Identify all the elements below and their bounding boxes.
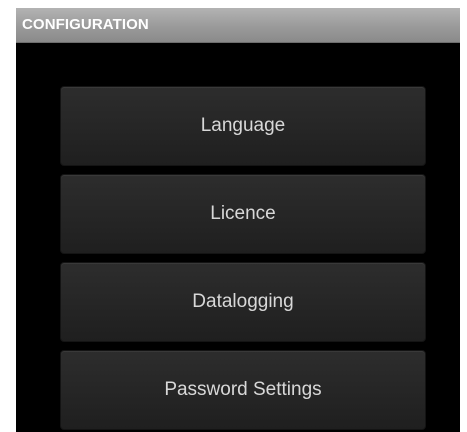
language-button-label: Language — [200, 115, 286, 136]
page-title: CONFIGURATION — [22, 16, 149, 33]
datalogging-button-label: Datalogging — [192, 291, 294, 312]
licence-button-label: Licence — [210, 203, 276, 224]
password-settings-button-label: Password Settings — [164, 379, 322, 400]
config-menu: Language Licence Datalogging Password Se… — [60, 86, 426, 430]
config-screen: CONFIGURATION Language Licence Dataloggi… — [16, 8, 460, 432]
password-settings-button[interactable]: Password Settings — [60, 350, 426, 430]
language-button[interactable]: Language — [60, 86, 426, 166]
datalogging-button[interactable]: Datalogging — [60, 262, 426, 342]
title-bar: CONFIGURATION — [16, 8, 460, 43]
licence-button[interactable]: Licence — [60, 174, 426, 254]
